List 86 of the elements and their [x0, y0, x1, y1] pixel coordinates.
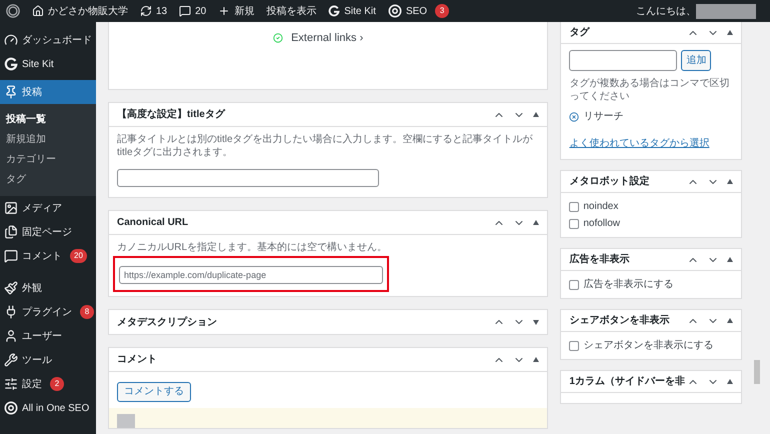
- gauge-icon: [4, 33, 18, 47]
- external-links-link[interactable]: External links ›: [273, 30, 364, 46]
- brush-icon: [4, 281, 18, 295]
- toggle-icon[interactable]: [727, 318, 734, 323]
- media-icon: [4, 201, 18, 215]
- box-description: 記事タイトルとは別のtitleタグを出力したい場合に入力します。空欄にすると記事タイトルがtitleタグに出力されます。: [117, 133, 534, 159]
- menu-item[interactable]: 投稿: [0, 80, 96, 104]
- checkbox-label: 広告を非表示にする: [583, 278, 674, 292]
- box-description: カノニカルURLを指定します。基本的には空で構いません。: [117, 241, 388, 254]
- refresh-icon: [140, 5, 152, 17]
- tag-input[interactable]: [569, 50, 678, 71]
- checkbox[interactable]: [569, 218, 580, 228]
- remove-icon[interactable]: [569, 112, 580, 122]
- menu-item[interactable]: コメント 20: [0, 244, 96, 268]
- text-field[interactable]: [117, 169, 380, 187]
- submenu-item[interactable]: タグ: [0, 170, 96, 190]
- add-button[interactable]: 追加: [681, 50, 712, 71]
- tag-label: リサーチ: [583, 110, 624, 124]
- menu-item[interactable]: Site Kit: [0, 52, 96, 76]
- pin-icon: [4, 85, 18, 99]
- pages-icon: [4, 225, 18, 239]
- box-title: メタデスクリプション: [117, 315, 217, 330]
- count-badge: 2: [50, 377, 64, 391]
- box-title: タグ: [569, 26, 590, 40]
- box-title: シェアボタンを非表示: [569, 314, 670, 328]
- updates-link[interactable]: 13: [140, 4, 168, 18]
- site-link[interactable]: かどさか物販大学: [32, 4, 128, 18]
- text-field[interactable]: https://example.com/duplicate-page: [119, 266, 384, 284]
- menu-item[interactable]: ユーザー: [0, 324, 96, 348]
- menu-item[interactable]: 固定ページ: [0, 220, 96, 244]
- toggle-icon[interactable]: [727, 379, 734, 384]
- new-link[interactable]: 新規: [218, 4, 254, 18]
- submenu-item[interactable]: カテゴリー: [0, 150, 96, 170]
- logo-icon[interactable]: [6, 4, 20, 18]
- settings-icon: [4, 377, 18, 391]
- toggle-icon[interactable]: [727, 30, 734, 35]
- toggle-icon[interactable]: [727, 179, 734, 184]
- wrench-icon: [4, 353, 18, 367]
- box-title: メタロボット設定: [569, 174, 650, 189]
- menu-item[interactable]: 外観: [0, 276, 96, 300]
- submenu-item[interactable]: 投稿一覧: [0, 110, 96, 130]
- toggle-icon[interactable]: [533, 320, 540, 324]
- comment-button[interactable]: コメントする: [117, 382, 191, 402]
- box-title: 1カラム（サイドバーを非: [569, 374, 685, 389]
- avatar-placeholder: [117, 414, 135, 428]
- seo-link[interactable]: SEO 3: [388, 4, 450, 18]
- count-badge: 3: [435, 4, 450, 18]
- menu-item[interactable]: 設定 2: [0, 372, 96, 396]
- checkbox[interactable]: [569, 340, 580, 350]
- checkbox[interactable]: [569, 280, 580, 290]
- check-circle-icon: [273, 33, 284, 43]
- checkbox-label: noindex: [583, 200, 618, 214]
- box-title: Canonical URL: [117, 216, 188, 230]
- toggle-icon[interactable]: [533, 357, 540, 362]
- home-icon: [32, 5, 44, 17]
- g-logo-icon: [4, 57, 18, 71]
- box-title: 広告を非表示: [569, 252, 630, 267]
- count-badge: 20: [70, 249, 87, 263]
- checkbox-label: nofollow: [583, 217, 620, 231]
- submenu-item[interactable]: 新規追加: [0, 130, 96, 150]
- popular-tags-link[interactable]: よく使われているタグから選択: [569, 136, 734, 151]
- comments-link[interactable]: 20: [179, 4, 206, 18]
- username-block: [696, 4, 756, 18]
- greeting: こんにちは、: [636, 4, 696, 18]
- comment-icon: [4, 249, 18, 263]
- checkbox-label: シェアボタンを非表示にする: [583, 338, 714, 353]
- toggle-icon[interactable]: [533, 112, 540, 117]
- count-badge: 8: [80, 305, 94, 319]
- toggle-icon[interactable]: [533, 220, 540, 225]
- box-title: コメント: [117, 353, 157, 367]
- toggle-icon[interactable]: [727, 257, 734, 262]
- comment-icon: [179, 5, 192, 17]
- menu-item[interactable]: メディア: [0, 196, 96, 220]
- plus-icon: [218, 5, 230, 17]
- g-logo-icon: [328, 5, 340, 17]
- view-post-link[interactable]: 投稿を表示: [266, 4, 316, 18]
- menu-item[interactable]: All in One SEO: [0, 396, 96, 420]
- tag-hint: タグが複数ある場合はコンマで区切ってください: [569, 77, 730, 103]
- menu-item[interactable]: プラグイン 8: [0, 300, 96, 324]
- user-icon: [4, 329, 18, 343]
- checkbox[interactable]: [569, 202, 580, 212]
- site-kit-link[interactable]: Site Kit: [328, 4, 376, 18]
- menu-item[interactable]: ツール: [0, 348, 96, 372]
- menu-item[interactable]: ダッシュボード: [0, 28, 96, 52]
- box-title: 【高度な設定】titleタグ: [117, 107, 225, 122]
- plug-icon: [4, 305, 18, 319]
